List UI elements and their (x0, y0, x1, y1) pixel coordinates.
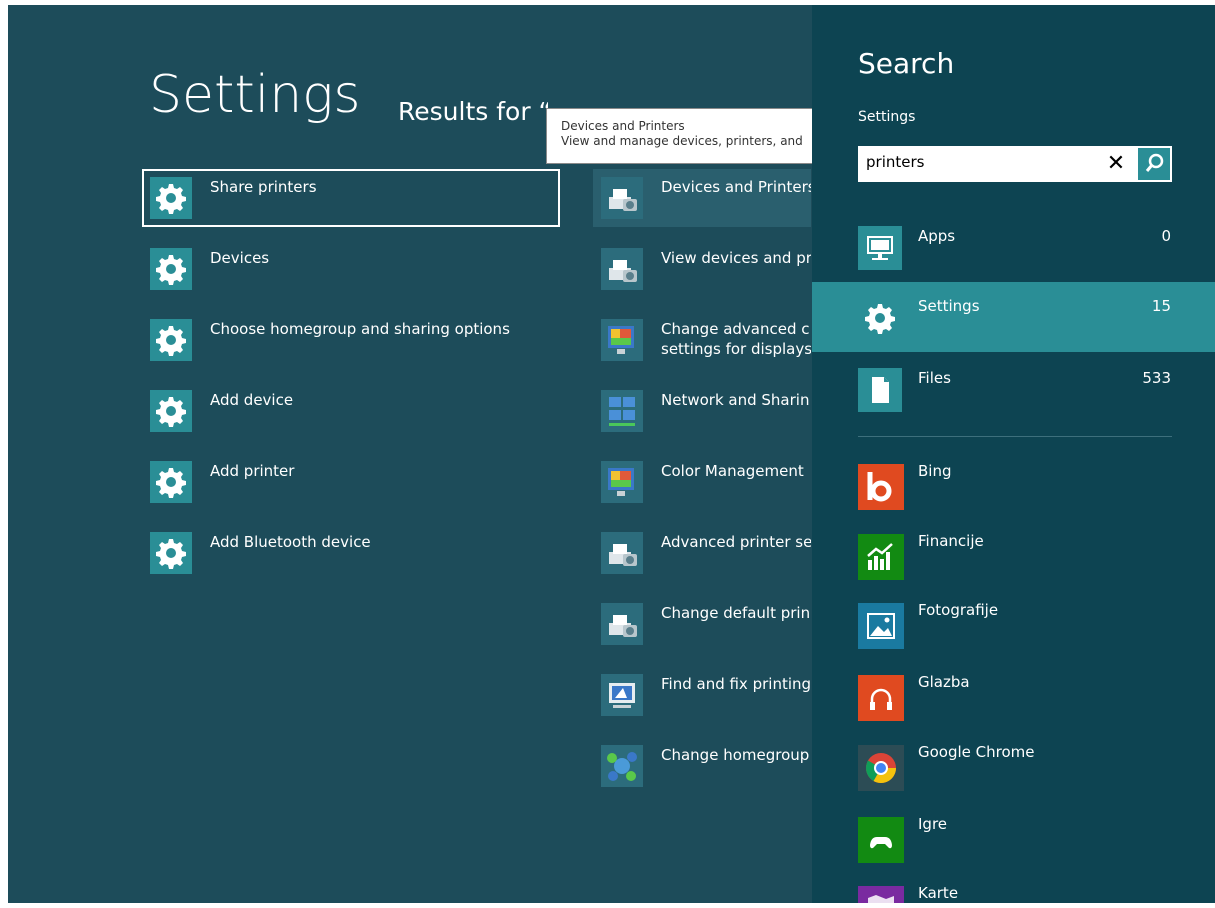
app-fotografije[interactable]: Fotografije (812, 589, 1215, 657)
pane-divider (858, 436, 1172, 437)
result-add-bluetooth[interactable]: Add Bluetooth device (142, 524, 560, 582)
page-title: Settings (149, 65, 361, 125)
printer-camera-icon (601, 248, 643, 290)
scope-count: 533 (1142, 369, 1171, 387)
result-network-sharing[interactable]: Network and Sharin (593, 382, 811, 440)
bing-icon (858, 464, 904, 510)
homegroup-icon (601, 745, 643, 787)
result-label: Share printers (210, 178, 317, 196)
result-add-printer[interactable]: Add printer (142, 453, 560, 511)
gear-icon (150, 390, 192, 432)
app-label: Fotografije (918, 601, 999, 619)
network-icon (601, 390, 643, 432)
display-color-icon (601, 461, 643, 503)
app-label: Bing (918, 462, 952, 480)
search-results-screen: Settings Results for “printers” Share pr… (8, 5, 1215, 903)
app-google-chrome[interactable]: Google Chrome (812, 731, 1215, 799)
display-color-icon (601, 319, 643, 361)
scope-label: Settings (918, 297, 980, 315)
gamepad-icon (858, 817, 904, 863)
result-label: Add printer (210, 462, 295, 480)
scope-count: 15 (1151, 297, 1171, 315)
printer-camera-icon (601, 177, 643, 219)
keyboard-monitor-icon (858, 226, 902, 270)
app-glazba[interactable]: Glazba (812, 661, 1215, 729)
search-input[interactable] (866, 153, 1096, 171)
gear-icon (150, 532, 192, 574)
scope-label: Files (918, 369, 951, 387)
result-advanced-printer-setup[interactable]: Advanced printer se (593, 524, 811, 582)
result-label: Network and Sharin (661, 391, 810, 409)
result-label: Choose homegroup and sharing options (210, 320, 510, 338)
app-bing[interactable]: Bing (812, 450, 1215, 518)
scope-settings[interactable]: Settings 15 (812, 282, 1215, 352)
scope-count: 0 (1161, 227, 1171, 245)
tooltip-title: Devices and Printers (561, 119, 685, 133)
app-karte[interactable]: Karte (812, 872, 1215, 903)
app-label: Google Chrome (918, 743, 1035, 761)
search-pane-title: Search (858, 47, 955, 80)
document-icon (858, 368, 902, 412)
finance-icon (858, 534, 904, 580)
result-change-advanced-color[interactable]: Change advanced c settings for displays (593, 311, 811, 369)
search-scope-label: Settings (858, 109, 916, 125)
app-igre[interactable]: Igre (812, 803, 1215, 871)
maps-icon (858, 886, 904, 903)
result-devices-and-printers[interactable]: Devices and Printers (593, 169, 811, 227)
headphones-icon (858, 675, 904, 721)
app-label: Financije (918, 532, 984, 550)
clear-search-button[interactable]: ✕ (1104, 150, 1128, 178)
photos-icon (858, 603, 904, 649)
result-share-printers[interactable]: Share printers (142, 169, 560, 227)
gear-icon (150, 177, 192, 219)
result-change-homegroup[interactable]: Change homegroup (593, 737, 811, 795)
scope-files[interactable]: Files 533 (812, 354, 1215, 424)
app-label: Igre (918, 815, 948, 833)
results-query-label: Results for “printers” (398, 97, 548, 126)
gear-icon (150, 461, 192, 503)
result-find-fix-printing[interactable]: Find and fix printing (593, 666, 811, 724)
result-label: Change default prin (661, 604, 811, 622)
result-add-device[interactable]: Add device (142, 382, 560, 440)
troubleshoot-icon (601, 674, 643, 716)
result-label: Change advanced c settings for displays (661, 320, 811, 358)
app-label: Glazba (918, 673, 970, 691)
gear-icon (858, 296, 902, 340)
result-view-devices-printers[interactable]: View devices and pr (593, 240, 811, 298)
result-label: Devices (210, 249, 270, 267)
scope-apps[interactable]: Apps 0 (812, 212, 1215, 282)
result-devices[interactable]: Devices (142, 240, 560, 298)
result-label: Add device (210, 391, 294, 409)
result-color-management[interactable]: Color Management (593, 453, 811, 511)
result-label: Color Management (661, 462, 804, 480)
search-icon (1145, 153, 1164, 172)
gear-icon (150, 319, 192, 361)
result-label: Find and fix printing (661, 675, 811, 693)
search-box: ✕ (858, 146, 1172, 182)
chrome-icon (858, 745, 904, 791)
scope-label: Apps (918, 227, 956, 245)
tooltip-description: View and manage devices, printers, and (561, 134, 803, 148)
result-label: Change homegroup (661, 746, 810, 764)
tooltip: Devices and Printers View and manage dev… (546, 108, 816, 164)
result-label: Advanced printer se (661, 533, 811, 551)
search-button[interactable] (1138, 148, 1170, 180)
printer-camera-icon (601, 603, 643, 645)
result-label: Devices and Printers (661, 178, 811, 196)
printer-camera-icon (601, 532, 643, 574)
result-homegroup-sharing[interactable]: Choose homegroup and sharing options (142, 311, 560, 369)
result-change-default-printer[interactable]: Change default prin (593, 595, 811, 653)
search-pane: Search Settings ✕ Apps 0 Settings 15 (812, 5, 1215, 903)
result-label: View devices and pr (661, 249, 811, 267)
gear-icon (150, 248, 192, 290)
result-label: Add Bluetooth device (210, 533, 371, 551)
app-financije[interactable]: Financije (812, 520, 1215, 588)
app-label: Karte (918, 884, 959, 902)
